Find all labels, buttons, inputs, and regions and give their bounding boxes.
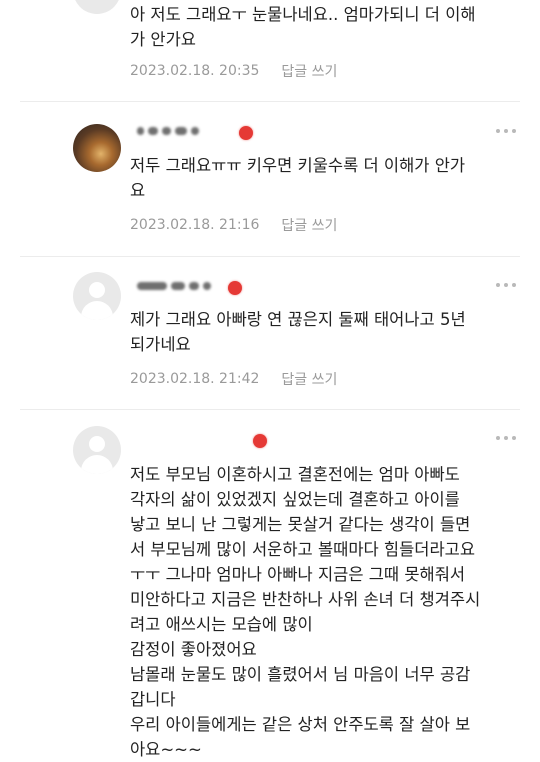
red-badge-icon [239,126,253,140]
comment-text-line: 저두 그래요ㅠㅠ 키우면 키울수록 더 이해가 안가 [130,156,466,175]
comment-date: 2023.02.18. 21:42 [130,371,260,387]
comment-text-line: 가 안가요 [130,30,196,49]
comment-text-line: 우리 아이들에게는 같은 상처 안주도록 잘 살아 보 [130,715,471,734]
comment-text-line: 서 부모님께 많이 서운하고 볼때마다 힘들더라고요 [130,540,476,559]
more-horizontal-icon[interactable] [496,279,520,291]
comment-text-line: 낳고 보니 난 그렇게는 못살거 같다는 생각이 들면 [130,515,471,534]
divider [20,101,520,102]
comment-text-line: 감정이 좋아졌어요 [130,640,257,659]
comment-text: 저도 부모님 이혼하시고 결혼전에는 엄마 아빠도 각자의 삶이 있었겠지 싶었… [130,462,515,762]
comment-text-line: 아 저도 그래요ㅜ 눈물나네요.. 엄마가되니 더 이해 [130,5,476,24]
comment-text-line: 아요~~~ [130,740,202,759]
avatar[interactable] [73,0,121,14]
comment-text-line: 갑니다 [130,690,176,709]
more-horizontal-icon[interactable] [496,432,520,444]
divider [20,409,520,410]
comment-text-line: 미안하다고 지금은 반찬하나 사위 손녀 더 챙겨주시 [130,590,481,609]
comment-text-line: 되가네요 [130,335,191,354]
comment-date: 2023.02.18. 21:16 [130,217,260,233]
comment-text-line: 요 [130,181,146,200]
comment-text-line: 저도 부모님 이혼하시고 결혼전에는 엄마 아빠도 [130,465,460,484]
divider [20,256,520,257]
comment-text-line: 려고 애쓰시는 모습에 많이 [130,615,313,634]
comment-text-line: 남몰래 눈물도 많이 흘렸어서 님 마음이 너무 공감 [130,665,471,684]
reply-button[interactable]: 답글 쓰기 [281,369,337,389]
more-horizontal-icon[interactable] [496,125,520,137]
comment-date: 2023.02.18. 20:35 [130,63,260,79]
nickname-blurred[interactable] [137,121,199,141]
reply-button[interactable]: 답글 쓰기 [281,61,337,81]
comment-text: 제가 그래요 아빠랑 연 끊은지 둘째 태어나고 5년 되가네요 [130,307,515,357]
comment-meta: 2023.02.18. 21:16 답글 쓰기 [130,215,337,235]
comment-text-line: 각자의 삶이 있었겠지 싶었는데 결혼하고 아이를 [130,490,460,509]
comment-text: 저두 그래요ㅠㅠ 키우면 키울수록 더 이해가 안가 요 [130,153,515,203]
avatar[interactable] [73,272,121,320]
avatar[interactable] [73,426,121,474]
reply-button[interactable]: 답글 쓰기 [281,215,337,235]
comment-text-line: 제가 그래요 아빠랑 연 끊은지 둘째 태어나고 5년 [130,310,466,329]
comment-meta: 2023.02.18. 20:35 답글 쓰기 [130,61,337,81]
comment-text-line: ㅜㅜ 그나마 엄마나 아빠나 지금은 그때 못해줘서 [130,565,466,584]
red-badge-icon [253,434,267,448]
comment-meta: 2023.02.18. 21:42 답글 쓰기 [130,369,337,389]
comment-text: 아 저도 그래요ㅜ 눈물나네요.. 엄마가되니 더 이해 가 안가요 [130,2,515,52]
nickname-blurred[interactable] [137,276,211,296]
red-badge-icon [228,281,242,295]
avatar[interactable] [73,124,121,172]
